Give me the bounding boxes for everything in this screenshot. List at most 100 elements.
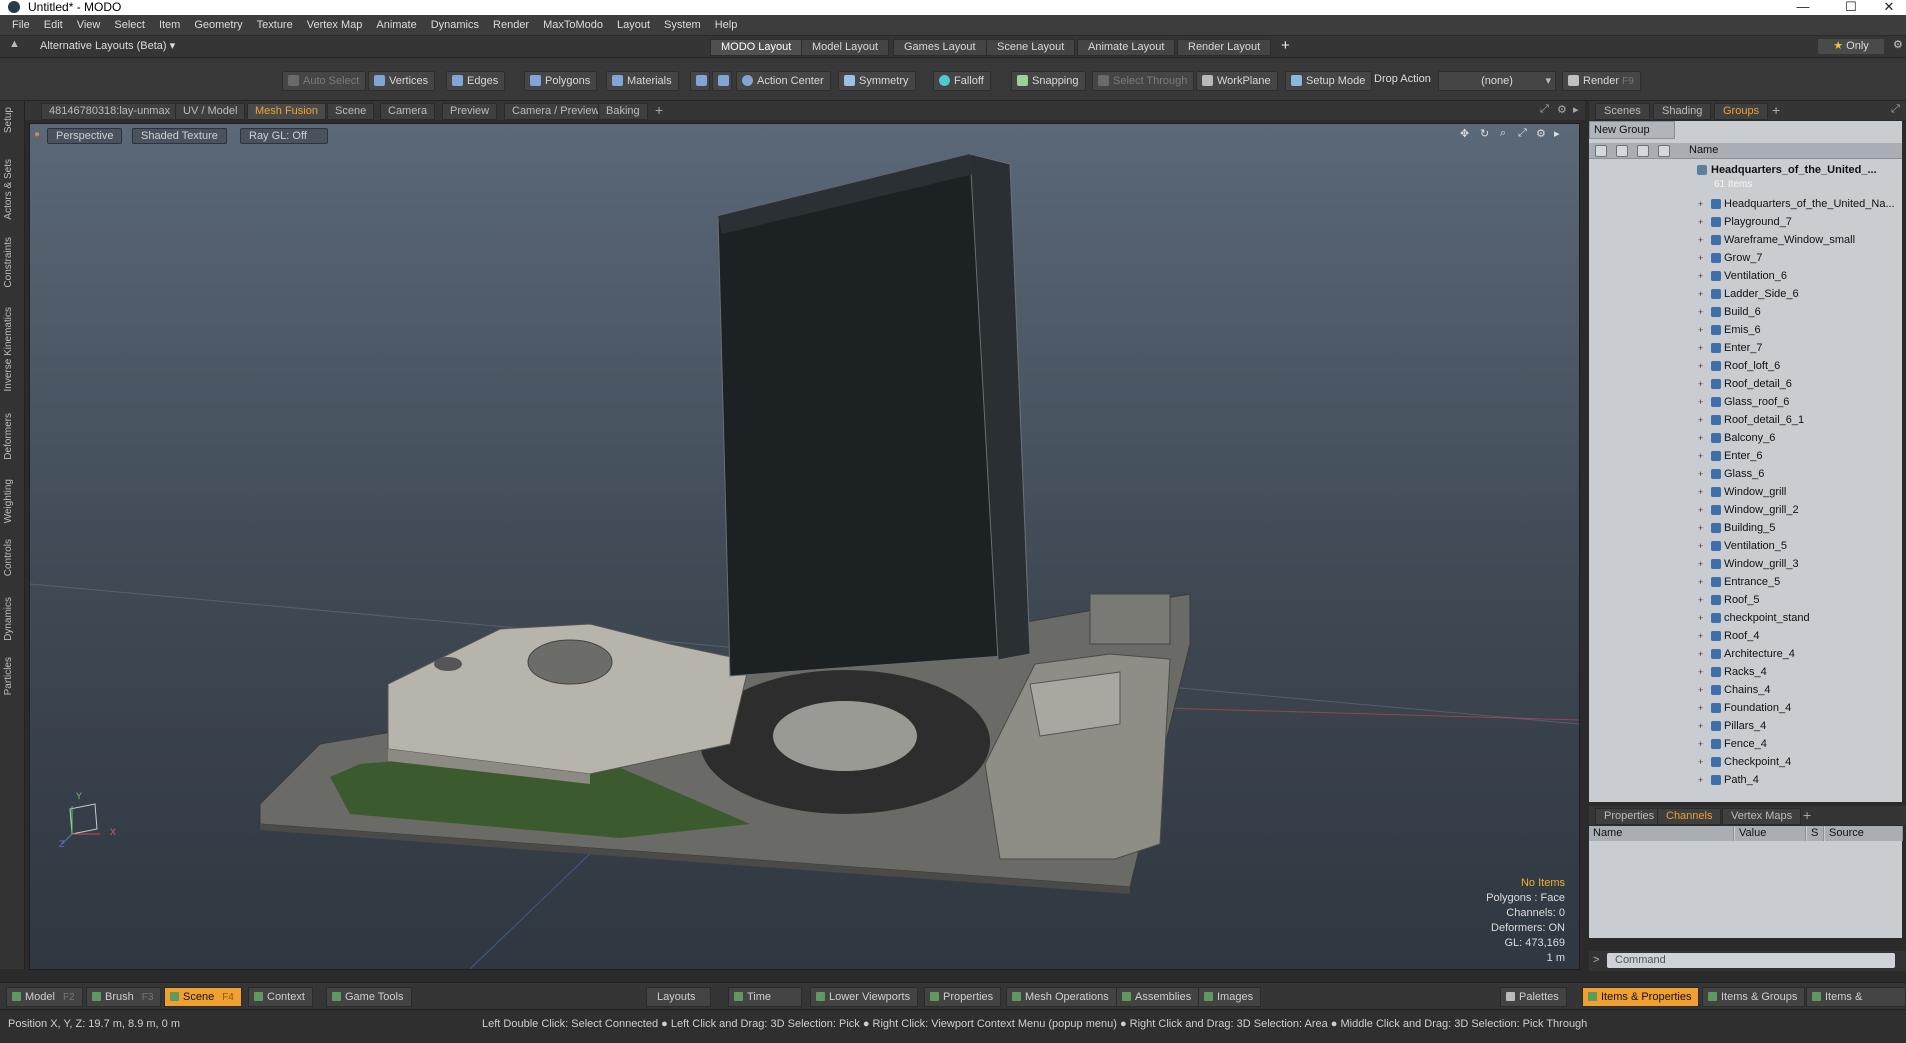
expand-icon[interactable]: + <box>1698 681 1703 699</box>
group-item-row[interactable]: + Racks_4 <box>1589 663 1902 681</box>
maximize-viewport-icon[interactable]: ⤢ <box>1540 103 1549 116</box>
group-item-row[interactable]: + Roof_5 <box>1589 591 1902 609</box>
group-item-row[interactable]: + Entrance_5 <box>1589 573 1902 591</box>
viewport-gear-icon[interactable]: ⚙ <box>1557 103 1567 116</box>
group-item-row[interactable]: + Playground_7 <box>1589 213 1902 231</box>
palettes-button[interactable]: Palettes <box>1500 987 1567 1007</box>
ptab-properties[interactable]: Properties <box>1595 808 1664 825</box>
expand-icon[interactable]: + <box>1698 519 1703 537</box>
menu-maxtomodo[interactable]: MaxToModo <box>536 15 610 35</box>
menu-vertex-map[interactable]: Vertex Map <box>300 15 370 35</box>
expand-icon[interactable]: + <box>1698 663 1703 681</box>
expand-icon[interactable]: + <box>1698 609 1703 627</box>
tab-modo-layout[interactable]: MODO Layout <box>710 39 803 56</box>
action-center-button[interactable]: Action Center <box>736 71 831 91</box>
vptab-camera[interactable]: Camera <box>380 103 436 120</box>
vtab-inverse-kinematics[interactable]: Inverse Kinematics <box>3 307 14 391</box>
expand-icon[interactable]: + <box>1698 465 1703 483</box>
symmetry-button[interactable]: Symmetry <box>838 71 916 91</box>
visibility-column-icon[interactable] <box>1595 145 1607 157</box>
name-column-header[interactable]: Name <box>1689 144 1718 156</box>
render-column-icon[interactable] <box>1616 145 1628 157</box>
expand-icon[interactable]: + <box>1698 321 1703 339</box>
expand-icon[interactable]: + <box>1698 195 1703 213</box>
render-button[interactable]: Render F9 <box>1562 71 1641 91</box>
expand-icon[interactable]: + <box>1698 231 1703 249</box>
materials-button[interactable]: Materials <box>606 71 679 91</box>
expand-icon[interactable]: + <box>1698 735 1703 753</box>
add-tab-icon[interactable]: + <box>655 102 663 118</box>
group-item-row[interactable]: + Window_grill_2 <box>1589 501 1902 519</box>
group-item-row[interactable]: + Wareframe_Window_small <box>1589 231 1902 249</box>
gear-icon[interactable]: ⚙ <box>1893 38 1903 51</box>
expand-icon[interactable]: + <box>1698 339 1703 357</box>
mesh-operations-button[interactable]: Mesh Operations <box>1006 987 1117 1007</box>
expand-icon[interactable]: + <box>1698 537 1703 555</box>
expand-icon[interactable]: + <box>1698 645 1703 663</box>
edges-button[interactable]: Edges <box>446 71 506 91</box>
tab-animate-layout[interactable]: Animate Layout <box>1077 39 1176 56</box>
menu-file[interactable]: File <box>0 15 37 35</box>
group-item-row[interactable]: + Roof_detail_6_1 <box>1589 411 1902 429</box>
rtab-scenes[interactable]: Scenes <box>1595 103 1650 120</box>
vptab-baking[interactable]: Baking <box>598 103 648 120</box>
expand-icon[interactable]: + <box>1698 501 1703 519</box>
expand-icon[interactable]: + <box>1698 303 1703 321</box>
menu-dynamics[interactable]: Dynamics <box>424 15 486 35</box>
collapse-up-icon[interactable]: ▲ <box>9 38 20 50</box>
menu-item[interactable]: Item <box>152 15 187 35</box>
expand-icon[interactable]: + <box>1698 267 1703 285</box>
setup-mode-button[interactable]: Setup Mode <box>1285 71 1373 91</box>
items-properties-button[interactable]: Items & Properties <box>1582 987 1700 1007</box>
tab-scene-layout[interactable]: Scene Layout <box>986 39 1076 56</box>
new-group-button[interactable]: New Group <box>1589 121 1675 139</box>
properties-button[interactable]: Properties <box>924 987 1002 1007</box>
rtab-groups[interactable]: Groups <box>1714 103 1769 120</box>
vptab-uv-model[interactable]: UV / Model <box>175 103 246 120</box>
tab-games-layout[interactable]: Games Layout <box>893 39 987 56</box>
vptab-preview[interactable]: Preview <box>442 103 498 120</box>
select-tool-2-button[interactable] <box>712 71 732 91</box>
ptab-channels[interactable]: Channels <box>1657 808 1722 825</box>
group-item-row[interactable]: + Window_grill <box>1589 483 1902 501</box>
expand-icon[interactable]: + <box>1698 447 1703 465</box>
group-item-row[interactable]: + Enter_7 <box>1589 339 1902 357</box>
channels-s-header[interactable]: S <box>1807 826 1824 841</box>
viewport-arrow-icon[interactable]: ▸ <box>1573 103 1579 116</box>
minimize-icon[interactable]: — <box>1788 0 1818 14</box>
snapping-button[interactable]: Snapping <box>1011 71 1086 91</box>
vtab-controls[interactable]: Controls <box>3 539 14 576</box>
layouts-button[interactable]: Layouts <box>646 987 711 1007</box>
group-item-row[interactable]: + Grow_7 <box>1589 249 1902 267</box>
falloff-button[interactable]: Falloff <box>933 71 991 91</box>
group-item-row[interactable]: + checkpoint_stand <box>1589 609 1902 627</box>
only-button[interactable]: ★ Only <box>1818 39 1884 54</box>
group-item-row[interactable]: + Chains_4 <box>1589 681 1902 699</box>
add-panel-tab-icon[interactable]: + <box>1772 102 1780 118</box>
expand-icon[interactable]: + <box>1698 249 1703 267</box>
items-shading-button[interactable]: Items & Shading <box>1806 987 1906 1021</box>
menu-select[interactable]: Select <box>107 15 152 35</box>
workplane-button[interactable]: WorkPlane <box>1196 71 1278 91</box>
model-button[interactable]: Model F2 <box>6 987 83 1007</box>
3d-viewport[interactable]: ● Perspective Shaded Texture Ray GL: Off… <box>29 123 1580 970</box>
menu-system[interactable]: System <box>657 15 708 35</box>
group-item-row[interactable]: + Emis_6 <box>1589 321 1902 339</box>
group-item-row[interactable]: + Headquarters_of_the_United_Na... <box>1589 195 1902 213</box>
group-item-row[interactable]: + Ventilation_5 <box>1589 537 1902 555</box>
expand-icon[interactable]: + <box>1698 393 1703 411</box>
group-item-row[interactable]: + Architecture_4 <box>1589 645 1902 663</box>
select-tool-button[interactable] <box>690 71 710 91</box>
context-button[interactable]: Context <box>248 987 313 1007</box>
expand-icon[interactable]: + <box>1698 213 1703 231</box>
group-item-row[interactable]: + Balcony_6 <box>1589 429 1902 447</box>
vertices-button[interactable]: Vertices <box>368 71 436 91</box>
close-icon[interactable]: ✕ <box>1874 0 1904 14</box>
brush-button[interactable]: Brush F3 <box>86 987 162 1007</box>
vptab-lay-unmax[interactable]: 48146780318:lay-unmax <box>41 103 179 120</box>
select-through-button[interactable]: Select Through <box>1092 71 1195 91</box>
panel-maximize-icon[interactable]: ⤢ <box>1891 103 1900 116</box>
menu-view[interactable]: View <box>70 15 108 35</box>
group-item-row[interactable]: + Ventilation_6 <box>1589 267 1902 285</box>
expand-icon[interactable]: + <box>1698 591 1703 609</box>
